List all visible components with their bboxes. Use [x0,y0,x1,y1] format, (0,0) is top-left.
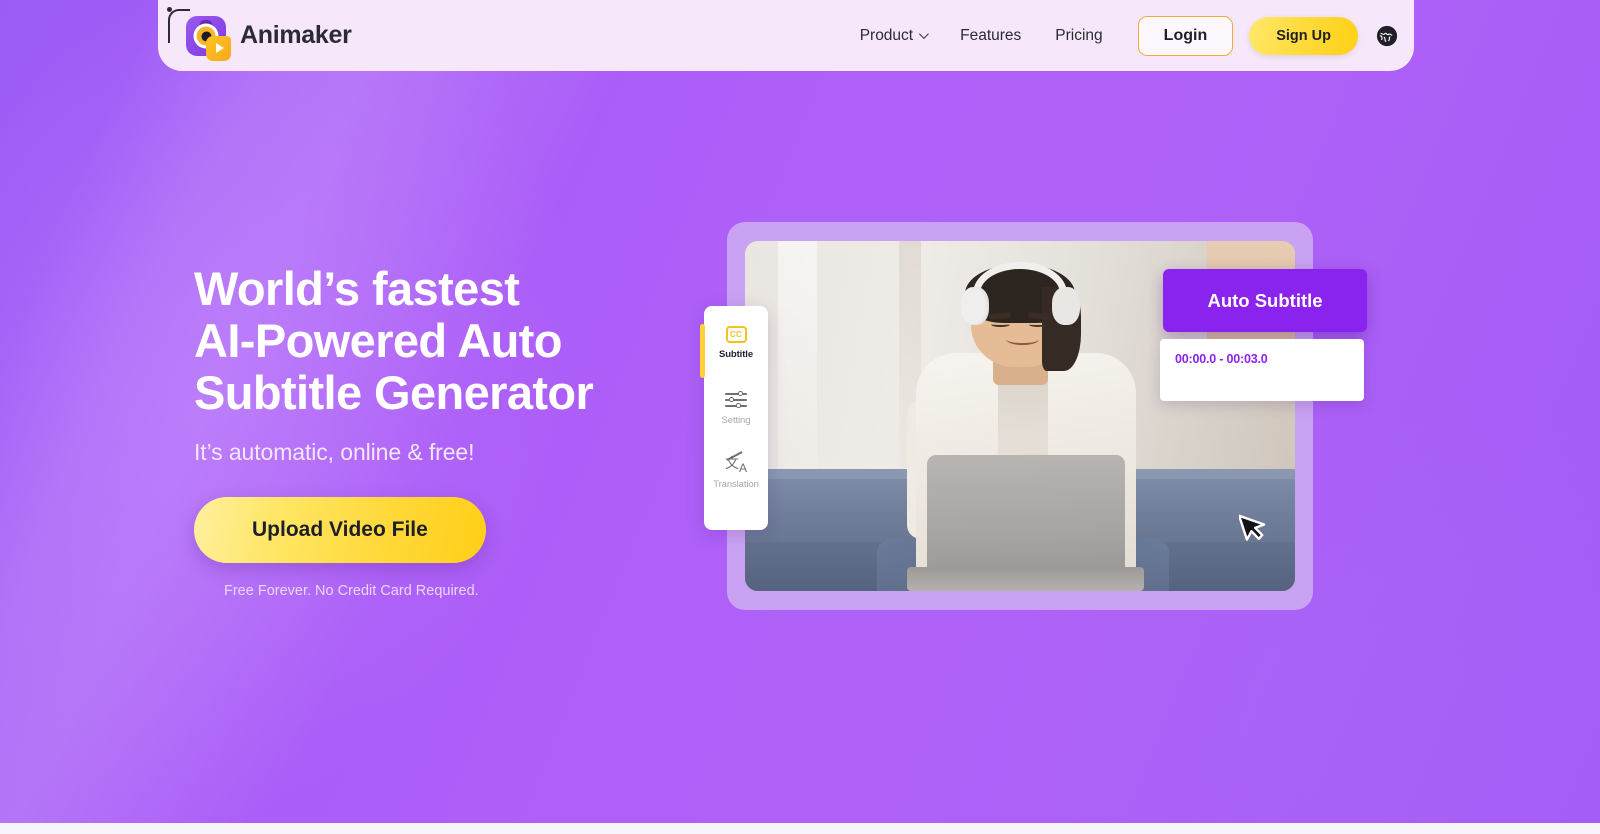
photo-headphone-left-cup [960,286,990,325]
nav-item-pricing-label: Pricing [1055,26,1103,44]
nav-item-pricing[interactable]: Pricing [1038,19,1119,53]
photo-smile [1006,334,1040,345]
page-bottom-edge [0,823,1600,834]
page-background: Animaker Product Features Pricing Login … [0,0,1600,823]
sidebar-item-subtitle[interactable]: CC Subtitle [704,326,768,360]
subtitle-card[interactable]: 00:00.0 - 00:03.0 [1160,339,1364,401]
signup-button[interactable]: Sign Up [1249,16,1358,55]
editor-sidebar: CC Subtitle Setting 文 A Translation [700,306,768,530]
nav-item-product-label: Product [859,26,914,44]
upload-video-file-button[interactable]: Upload Video File [194,497,486,563]
login-button[interactable]: Login [1137,15,1234,56]
nav-item-features-label: Features [960,26,1022,44]
nav-item-features[interactable]: Features [943,19,1038,53]
logo-play-icon [206,35,231,61]
brand-name: Animaker [240,21,352,49]
auto-subtitle-button[interactable]: Auto Subtitle [1163,269,1367,332]
sidebar-item-translation[interactable]: 文 A Translation [704,451,768,490]
main-navigation: Product Features Pricing Login Sign Up [843,15,1414,56]
animaker-logo-icon [166,6,231,62]
globe-icon[interactable] [1376,25,1398,47]
photo-laptop-screen [926,454,1125,570]
brand[interactable]: Animaker [166,6,352,62]
hero-visual: CC Subtitle Setting 文 A Translation Auto… [700,222,1367,612]
photo-headphone-right-cup [1051,286,1081,325]
sliders-icon [725,391,747,409]
chevron-down-icon [919,29,929,40]
sidebar-item-subtitle-label: Subtitle [718,349,754,360]
sidebar-item-translation-label: Translation [713,479,759,490]
photo-eye-left [991,322,1011,327]
site-header: Animaker Product Features Pricing Login … [158,0,1414,71]
sidebar-item-setting-label: Setting [721,415,751,426]
subtitle-timestamp: 00:00.0 - 00:03.0 [1175,352,1268,366]
mouse-pointer-icon [1237,510,1269,549]
nav-item-product[interactable]: Product [843,19,943,53]
closed-caption-icon: CC [725,326,747,343]
sidebar-item-setting[interactable]: Setting [704,391,768,426]
translate-icon: 文 A [724,451,748,475]
photo-laptop-base [907,566,1144,591]
photo-eye-right [1028,322,1048,327]
